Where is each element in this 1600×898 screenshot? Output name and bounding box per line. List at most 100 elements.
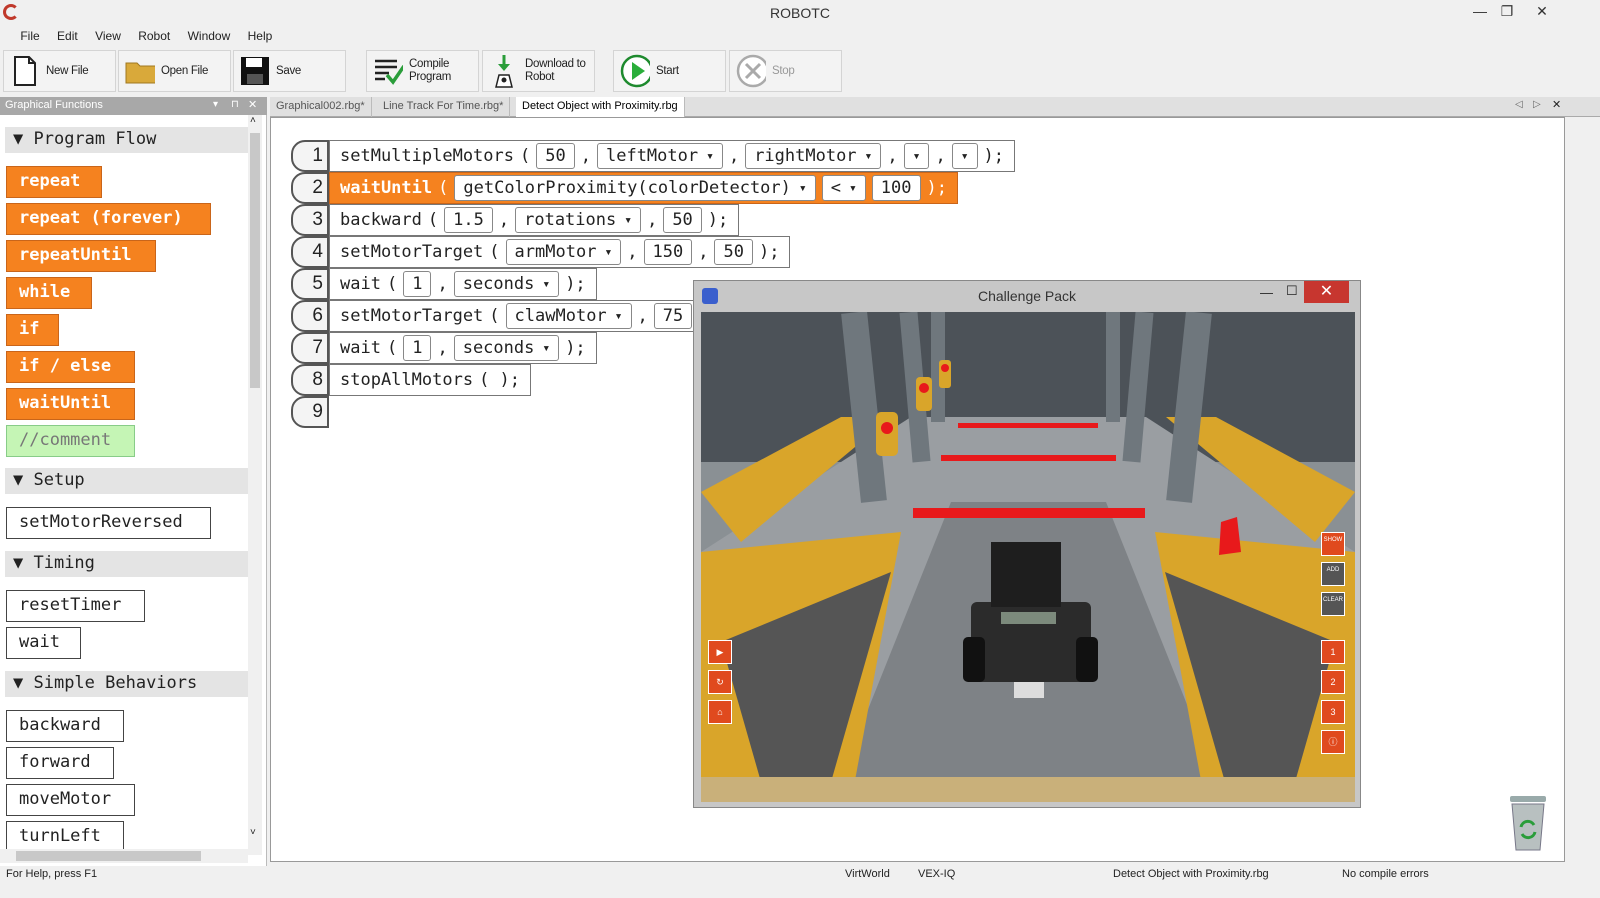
param-field[interactable]: 50 [536,143,575,169]
code-line-6[interactable]: 6 setMotorTarget ( clawMotor , 75 [291,300,714,332]
scrollbar-thumb[interactable] [250,133,260,388]
param-dropdown[interactable]: getColorProximity(colorDetector) [454,175,816,201]
close-button[interactable]: ✕ [1525,0,1559,22]
operator-dropdown[interactable]: < [821,175,866,201]
menu-file[interactable]: File [13,26,46,46]
statement[interactable]: setMotorTarget ( clawMotor , 75 [329,300,714,332]
code-line-9[interactable]: 9 [291,396,329,428]
param-dropdown[interactable]: rightMotor [745,143,882,169]
panel-dropdown-icon[interactable]: ▾ [213,99,218,110]
section-setup[interactable]: ▼ Setup [5,468,250,494]
block-backward[interactable]: backward [6,710,124,742]
param-field[interactable]: 75 [653,303,693,329]
param-field[interactable]: 50 [714,239,753,265]
section-timing[interactable]: ▼ Timing [5,551,250,577]
clear-robot-button[interactable]: CLEAR [1321,592,1345,616]
sim-play-icon[interactable]: ▶ [708,640,732,664]
statement[interactable]: wait ( 1 , seconds ); [329,268,597,300]
statement[interactable]: backward ( 1.5 , rotations , 50 ); [329,204,740,236]
code-line-4[interactable]: 4 setMotorTarget ( armMotor , 150 , 50 )… [291,236,791,268]
param-dropdown[interactable]: seconds [453,335,560,361]
pin-icon[interactable]: ⊓ [231,99,239,110]
sim-home-icon[interactable]: ⌂ [708,700,732,724]
block-if-else[interactable]: if / else [6,351,135,383]
scroll-down-icon[interactable]: ˅ [250,827,256,838]
block-wait[interactable]: wait [6,627,81,659]
section-simple-behaviors[interactable]: ▼ Simple Behaviors [5,671,250,697]
param-dropdown[interactable]: clawMotor [505,303,632,329]
block-if[interactable]: if [6,314,59,346]
param-field[interactable]: 1.5 [444,207,493,233]
param-field[interactable]: 50 [663,207,702,233]
menu-edit[interactable]: Edit [50,26,85,46]
stop-button[interactable]: Stop [729,50,842,92]
block-repeat-until[interactable]: repeatUntil [6,240,156,272]
challenge-minimize-button[interactable]: — [1260,285,1273,300]
trash-can-icon[interactable] [1506,792,1550,857]
challenge-close-button[interactable]: ✕ [1304,281,1349,303]
block-repeat[interactable]: repeat [6,166,102,198]
block-repeat-forever[interactable]: repeat (forever) [6,203,211,235]
param-dropdown[interactable]: armMotor [505,239,622,265]
param-dropdown[interactable] [951,143,978,169]
code-line-5[interactable]: 5 wait ( 1 , seconds ); [291,268,597,300]
new-file-button[interactable]: New File [3,50,116,92]
panel-close-icon[interactable]: ✕ [248,98,257,111]
block-while[interactable]: while [6,277,92,309]
maximize-button[interactable]: ❐ [1490,0,1524,22]
menu-robot[interactable]: Robot [131,26,177,46]
block-move-motor[interactable]: moveMotor [6,784,135,816]
sim-reset-icon[interactable]: ↻ [708,670,732,694]
panel-vertical-scrollbar[interactable]: ˄ ˅ [248,115,262,855]
download-to-robot-button[interactable]: Download to Robot [482,50,595,92]
hscroll-thumb[interactable] [16,851,201,861]
scroll-up-icon[interactable]: ˄ [250,115,256,126]
tab-line-track[interactable]: Line Track For Time.rbg* [377,97,511,117]
tab-detect-object[interactable]: Detect Object with Proximity.rbg [516,97,685,117]
tab-scroll-left-icon[interactable]: ◁ [1515,99,1523,110]
statement[interactable]: setMotorTarget ( armMotor , 150 , 50 ); [329,236,791,268]
tab-graphical002[interactable]: Graphical002.rbg* [270,97,372,117]
sensor-info-icon[interactable]: ⓘ [1321,730,1345,754]
param-dropdown[interactable]: rotations [515,207,642,233]
code-line-8[interactable]: 8 stopAllMotors ( ); [291,364,532,396]
block-reset-timer[interactable]: resetTimer [6,590,145,622]
camera-2-icon[interactable]: 2 [1321,670,1345,694]
param-dropdown[interactable]: seconds [453,271,560,297]
challenge-maximize-button[interactable]: ☐ [1286,283,1298,299]
param-field[interactable]: 1 [403,335,432,361]
statement[interactable]: wait ( 1 , seconds ); [329,332,597,364]
challenge-pack-window[interactable]: Challenge Pack — ☐ ✕ ▶ ↻ ⌂ SHOW ADD CLEA… [693,280,1361,808]
open-file-button[interactable]: Open File [118,50,231,92]
param-field[interactable]: 1 [403,271,432,297]
menu-window[interactable]: Window [181,26,238,46]
block-set-motor-reversed[interactable]: setMotorReversed [6,507,211,539]
menu-help[interactable]: Help [241,26,280,46]
virtual-world-viewport[interactable]: ▶ ↻ ⌂ SHOW ADD CLEAR 1 2 3 ⓘ [701,312,1355,802]
block-wait-until[interactable]: waitUntil [6,388,135,420]
param-dropdown[interactable] [903,143,930,169]
tab-scroll-right-icon[interactable]: ▷ [1533,99,1541,110]
code-line-1[interactable]: 1 setMultipleMotors ( 50 , leftMotor , r… [291,140,1016,172]
panel-horizontal-scrollbar[interactable] [0,849,248,863]
menu-view[interactable]: View [88,26,128,46]
camera-3-icon[interactable]: 3 [1321,700,1345,724]
code-line-7[interactable]: 7 wait ( 1 , seconds ); [291,332,597,364]
section-program-flow[interactable]: ▼ Program Flow [5,127,250,153]
save-button[interactable]: Save [233,50,346,92]
code-line-3[interactable]: 3 backward ( 1.5 , rotations , 50 ); [291,204,740,236]
tab-close-icon[interactable]: ✕ [1552,98,1561,111]
statement[interactable]: waitUntil ( getColorProximity(colorDetec… [329,172,958,204]
block-comment[interactable]: //comment [6,425,135,457]
param-field[interactable]: 150 [643,239,693,265]
start-button[interactable]: Start [613,50,726,92]
statement[interactable]: setMultipleMotors ( 50 , leftMotor , rig… [329,140,1016,172]
compile-program-button[interactable]: Compile Program [366,50,479,92]
block-forward[interactable]: forward [6,747,114,779]
add-robot-button[interactable]: ADD [1321,562,1345,586]
statement[interactable]: stopAllMotors ( ); [329,364,532,396]
param-dropdown[interactable]: leftMotor [596,143,723,169]
challenge-title-bar[interactable]: Challenge Pack — ☐ ✕ [694,281,1360,311]
show-path-button[interactable]: SHOW [1321,532,1345,556]
camera-1-icon[interactable]: 1 [1321,640,1345,664]
